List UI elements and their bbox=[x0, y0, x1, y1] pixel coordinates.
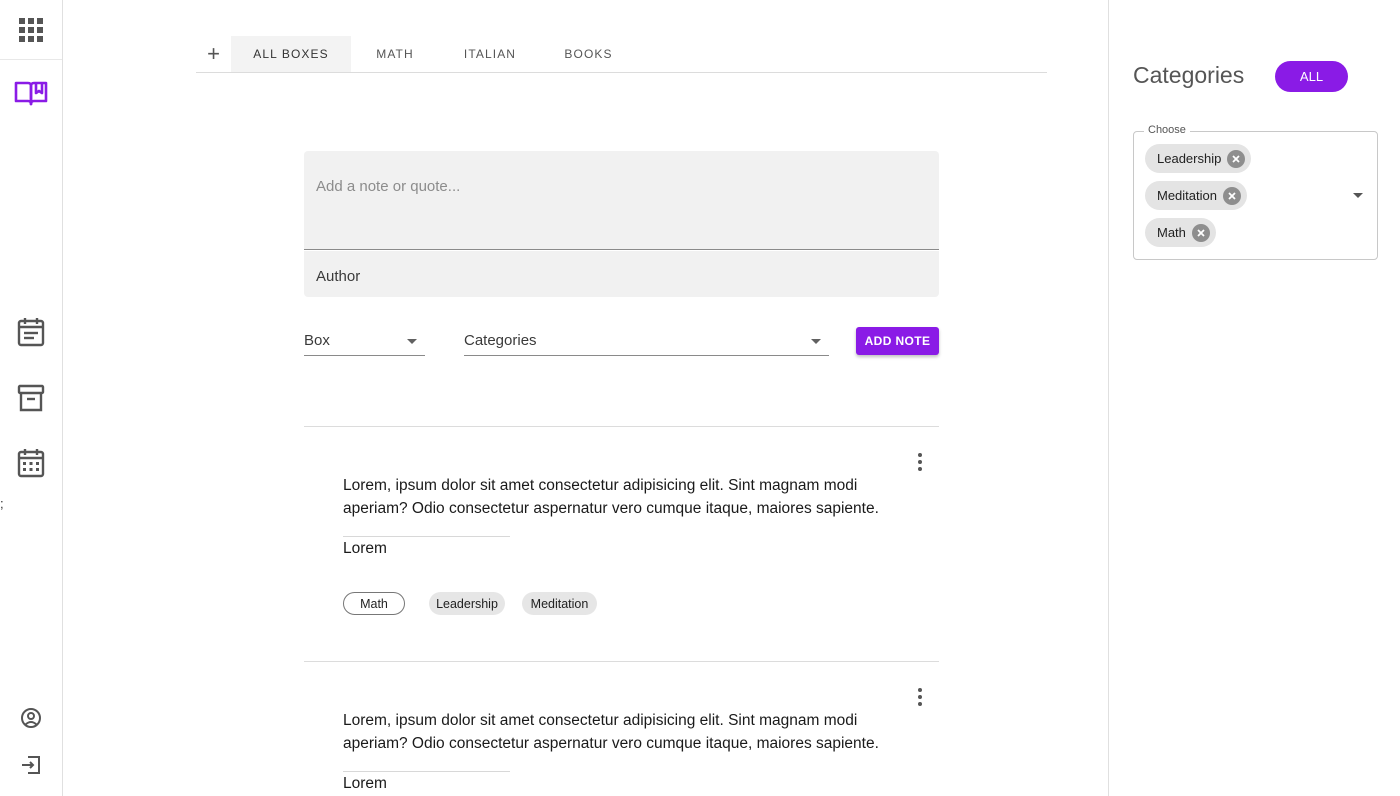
all-categories-button[interactable]: ALL bbox=[1275, 61, 1348, 92]
stray-character: ; bbox=[0, 496, 4, 511]
more-vert-icon[interactable] bbox=[912, 452, 928, 472]
remove-chip-icon[interactable] bbox=[1222, 186, 1241, 205]
more-vert-icon[interactable] bbox=[912, 687, 928, 707]
categories-select[interactable]: Categories bbox=[464, 327, 829, 356]
chip-label: Leadership bbox=[1157, 151, 1222, 166]
author-separator bbox=[343, 771, 510, 772]
logout-icon bbox=[22, 756, 40, 774]
archive-box-icon bbox=[17, 384, 45, 412]
note-divider bbox=[304, 426, 939, 427]
add-box-button[interactable]: + bbox=[196, 36, 231, 72]
chevron-down-icon bbox=[407, 339, 417, 344]
chevron-down-icon bbox=[811, 339, 821, 344]
archive-nav-button[interactable] bbox=[14, 381, 48, 415]
box-select[interactable]: Box bbox=[304, 327, 425, 356]
left-rail bbox=[0, 0, 63, 796]
categories-select-label: Categories bbox=[464, 332, 537, 349]
note-tag-math[interactable]: Math bbox=[343, 592, 405, 615]
apps-menu-button[interactable] bbox=[0, 0, 62, 60]
tab-italian[interactable]: ITALIAN bbox=[439, 36, 541, 72]
apps-grid-icon bbox=[19, 17, 43, 42]
tab-books[interactable]: BOOKS bbox=[541, 36, 636, 72]
note-input[interactable]: Add a note or quote... bbox=[304, 151, 939, 250]
selected-chip-math: Math bbox=[1145, 218, 1216, 247]
chip-label: Math bbox=[1157, 225, 1186, 240]
logout-button[interactable] bbox=[14, 748, 48, 782]
choose-categories-select[interactable]: Choose Leadership Meditation Math bbox=[1133, 124, 1378, 260]
remove-chip-icon[interactable] bbox=[1191, 223, 1210, 242]
notes-nav-button[interactable] bbox=[14, 76, 48, 110]
book-open-icon bbox=[14, 81, 48, 106]
categories-panel: Categories ALL Choose Leadership Meditat… bbox=[1108, 0, 1400, 796]
chip-label: Meditation bbox=[1157, 188, 1217, 203]
note-tag-meditation[interactable]: Meditation bbox=[522, 592, 597, 615]
calendar-grid-icon bbox=[17, 449, 45, 478]
author-separator bbox=[343, 536, 510, 537]
note-tag-leadership[interactable]: Leadership bbox=[429, 592, 505, 615]
chevron-down-icon[interactable] bbox=[1353, 193, 1363, 198]
note-text: Lorem, ipsum dolor sit amet consectetur … bbox=[343, 477, 879, 517]
author-input[interactable]: Author bbox=[304, 251, 939, 297]
note-author: Lorem bbox=[343, 540, 387, 557]
account-circle-icon bbox=[21, 708, 41, 728]
selected-chip-meditation: Meditation bbox=[1145, 181, 1247, 210]
account-button[interactable] bbox=[14, 701, 48, 735]
note-placeholder: Add a note or quote... bbox=[316, 178, 461, 195]
box-select-label: Box bbox=[304, 332, 330, 349]
tab-math[interactable]: MATH bbox=[351, 36, 439, 72]
journal-nav-button[interactable] bbox=[14, 315, 48, 349]
note-text: Lorem, ipsum dolor sit amet consectetur … bbox=[343, 712, 879, 752]
tab-all-boxes[interactable]: ALL BOXES bbox=[231, 36, 351, 72]
choose-label: Choose bbox=[1144, 124, 1190, 136]
calendar-note-icon bbox=[17, 318, 45, 347]
author-label: Author bbox=[316, 268, 361, 285]
remove-chip-icon[interactable] bbox=[1227, 149, 1246, 168]
categories-title: Categories bbox=[1133, 62, 1245, 88]
add-note-button[interactable]: ADD NOTE bbox=[856, 327, 939, 355]
note-divider bbox=[304, 661, 939, 662]
selected-chip-leadership: Leadership bbox=[1145, 144, 1252, 173]
calendar-nav-button[interactable] bbox=[14, 446, 48, 480]
note-author: Lorem bbox=[343, 775, 387, 792]
box-tabs: + ALL BOXES MATH ITALIAN BOOKS bbox=[196, 36, 1047, 73]
